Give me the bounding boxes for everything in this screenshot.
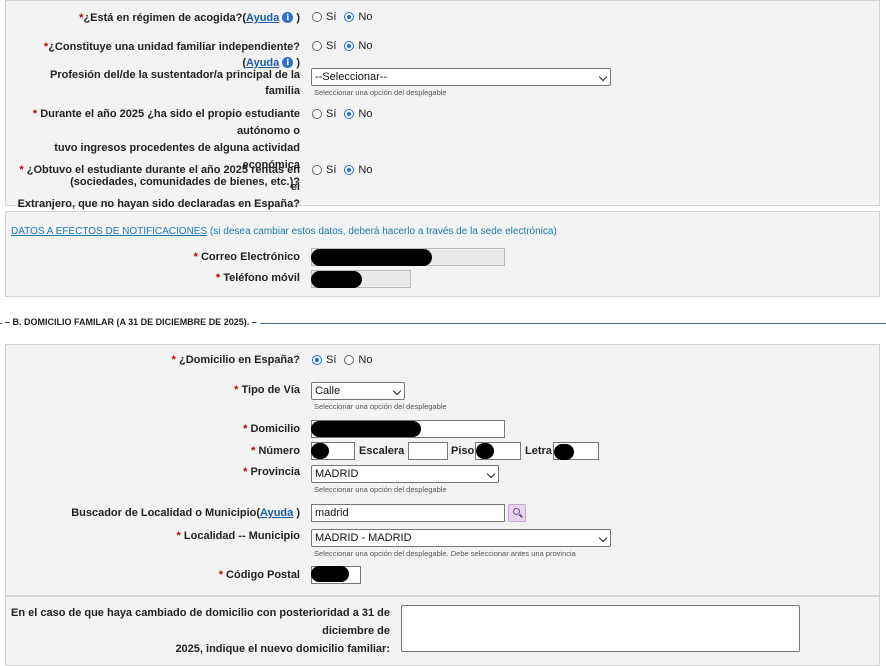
search-icon [513,508,520,515]
provincia-label: * Provincia [243,466,300,478]
tipo-via-label: * Tipo de Vía [234,384,300,396]
profesion-label: Profesión del/de la sustentador/a princi… [49,69,300,97]
acogida-yes-radio[interactable] [312,12,322,22]
letra-label: Letra [525,445,552,457]
buscador-help-link[interactable]: Ayuda [260,507,293,519]
tipo-via-select[interactable]: Calle [311,382,405,400]
rentas-extranjero-label: * ¿Obtuvo el estudiante durante el año 2… [17,164,300,210]
escalera-label: Escalera [359,445,405,457]
unidad-familiar-no-radio[interactable] [344,41,355,51]
unidad-familiar-radio-group: Sí No [312,40,380,52]
domicilio-espana-label: * ¿Domicilio en España? [171,354,300,366]
rentas-yes-radio[interactable] [312,165,322,175]
localidad-label: * Localidad -- Municipio [176,530,300,542]
domicilio-label: * Domicilio [243,423,300,435]
redacted-domicilio [311,421,421,437]
chevron-down-icon [598,72,608,82]
unidad-familiar-yes-radio[interactable] [312,41,322,51]
redacted-email [311,249,432,266]
domicilio-espana-yes-radio[interactable] [312,355,322,365]
acogida-help-link[interactable]: Ayuda [246,12,279,24]
numero-label: * Número [251,445,300,457]
redacted-codigo-postal [311,566,349,582]
chevron-down-icon [598,533,608,543]
chevron-down-icon [486,469,496,479]
autonomo-radio-group: Sí No [312,108,380,120]
search-button[interactable] [508,504,526,522]
autonomo-no-radio[interactable] [344,109,355,119]
provincia-select[interactable]: MADRID [311,465,499,483]
acogida-no-radio[interactable] [344,12,355,22]
rentas-extranjero-radio-group: Sí No [312,164,380,176]
rentas-no-radio[interactable] [344,165,355,175]
localidad-select[interactable]: MADRID - MADRID [311,529,611,547]
phone-label: * Teléfono móvil [215,272,300,284]
redacted-letra [554,444,574,460]
redacted-phone [311,271,362,288]
notifications-link[interactable]: DATOS A EFECTOS DE NOTIFICACIONES [11,226,207,237]
buscador-label: Buscador de Localidad o Municipio(Ayuda … [71,507,300,519]
autonomo-yes-radio[interactable] [312,109,322,119]
piso-label: Piso [451,445,475,457]
redacted-numero [311,443,329,459]
localidad-hint: Seleccionar una opción del desplegable. … [314,549,576,558]
codigo-postal-label: * Código Postal [218,569,300,581]
acogida-label: *¿Está en régimen de acogida?(Ayuda i ) [79,12,300,24]
change-address-label: En el caso de que haya cambiado de domic… [11,607,390,655]
section-b-legend: – B. DOMICILIO FAMILAR (A 31 DE DICIEMBR… [2,317,260,327]
buscador-input[interactable]: madrid [311,504,505,522]
provincia-hint: Seleccionar una opción del desplegable [314,485,447,494]
escalera-field[interactable] [408,442,448,460]
profesion-hint: Seleccionar una opción del desplegable [314,88,447,97]
info-icon[interactable]: i [282,12,294,23]
acogida-radio-group: Sí No [312,11,380,23]
email-label: * Correo Electrónico [193,251,300,263]
profesion-select[interactable]: --Seleccionar-- [311,68,611,86]
domicilio-espana-radio-group: Sí No [312,354,380,366]
chevron-down-icon [392,386,402,396]
notifications-heading: DATOS A EFECTOS DE NOTIFICACIONES (si de… [11,226,557,237]
tipo-via-hint: Seleccionar una opción del desplegable [314,402,447,411]
domicilio-espana-no-radio[interactable] [344,355,355,365]
change-address-textarea[interactable] [401,605,800,652]
redacted-piso [476,443,494,459]
